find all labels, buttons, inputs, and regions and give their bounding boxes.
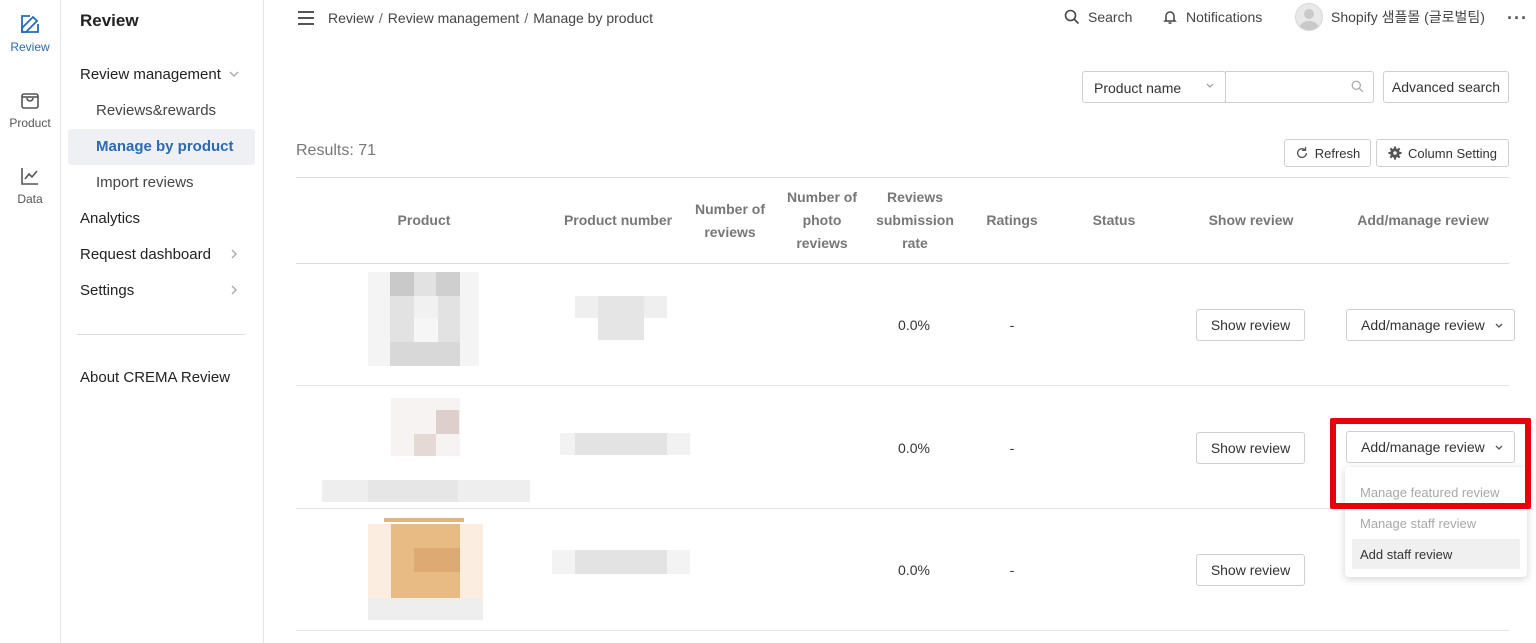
annotation-highlight-box xyxy=(1330,418,1531,509)
refresh-button[interactable]: Refresh xyxy=(1284,139,1371,167)
show-review-button[interactable]: Show review xyxy=(1196,554,1305,586)
sidebar-item-manage-by-product[interactable]: Manage by product xyxy=(68,129,255,165)
product-number-redacted xyxy=(552,550,690,574)
column-header-ratings[interactable]: Ratings xyxy=(972,209,1052,232)
chevron-down-icon xyxy=(228,68,240,83)
product-thumbnail[interactable] xyxy=(368,518,483,620)
column-setting-label: Column Setting xyxy=(1408,145,1497,161)
menu-icon[interactable] xyxy=(298,11,314,25)
breadcrumb-item[interactable]: Review xyxy=(328,10,374,26)
sidebar-item-label: Manage by product xyxy=(96,138,234,155)
column-header-product[interactable]: Product xyxy=(364,209,484,232)
product-thumbnail[interactable] xyxy=(368,272,479,366)
menu-item-manage-staff-review: Manage staff review xyxy=(1360,516,1477,531)
row-divider xyxy=(296,630,1509,631)
row-divider xyxy=(296,508,1509,509)
rail-label: Product xyxy=(9,116,51,130)
show-review-button[interactable]: Show review xyxy=(1196,309,1305,341)
ratings-value: - xyxy=(1009,317,1015,333)
sidebar-item-about[interactable]: About CREMA Review xyxy=(80,369,250,386)
sidebar-item-label: Review management xyxy=(80,66,221,83)
icon-rail: Review Product Data xyxy=(0,0,61,643)
breadcrumb-item: Manage by product xyxy=(533,10,654,26)
advanced-search-button[interactable]: Advanced search xyxy=(1383,71,1509,103)
store-menu[interactable]: Shopify 샘플몰 (글로벌팀) xyxy=(1295,3,1485,31)
rail-item-data[interactable]: Data xyxy=(0,164,60,206)
add-manage-review-dropdown[interactable]: Add/manage review xyxy=(1346,309,1515,341)
search-button[interactable]: Search xyxy=(1064,9,1132,25)
search-icon xyxy=(1351,80,1364,93)
notifications-label: Notifications xyxy=(1186,9,1263,25)
chevron-right-icon xyxy=(228,284,240,299)
sidebar-title: Review xyxy=(80,11,139,30)
ratings-value: - xyxy=(1009,440,1015,456)
chart-icon xyxy=(21,168,38,185)
chevron-down-icon xyxy=(1205,80,1215,94)
column-header-submission-rate[interactable]: Reviews submission rate xyxy=(870,186,960,255)
table-header-border xyxy=(296,263,1509,264)
submission-rate: 0.0% xyxy=(898,317,930,333)
notifications-button[interactable]: Notifications xyxy=(1162,9,1262,25)
column-header-number-of-reviews[interactable]: Number of reviews xyxy=(690,198,770,244)
sidebar-item-analytics[interactable]: Analytics xyxy=(80,210,250,227)
search-type-select[interactable]: Product name xyxy=(1082,71,1226,103)
sidebar-item-reviews-rewards[interactable]: Reviews&rewards xyxy=(96,102,216,119)
column-setting-button[interactable]: Column Setting xyxy=(1376,139,1509,167)
chevron-down-icon xyxy=(1495,323,1503,328)
sidebar-item-label: Request dashboard xyxy=(80,246,211,263)
submission-rate: 0.0% xyxy=(898,440,930,456)
refresh-label: Refresh xyxy=(1314,145,1361,161)
rail-item-product[interactable]: Product xyxy=(0,88,60,130)
rail-label: Data xyxy=(17,192,43,206)
column-header-add-manage-review[interactable]: Add/manage review xyxy=(1345,209,1501,232)
sidebar: Review Review management Reviews&rewards… xyxy=(61,0,264,643)
edit-icon xyxy=(21,15,39,33)
top-bar: Review / Review management / Manage by produ… xyxy=(264,0,1536,36)
column-header-status[interactable]: Status xyxy=(1074,209,1154,232)
sidebar-item-settings[interactable]: Settings xyxy=(80,282,250,299)
ratings-value: - xyxy=(1009,562,1015,578)
more-icon[interactable]: ··· xyxy=(1507,8,1528,29)
select-value: Product name xyxy=(1094,80,1182,96)
sidebar-item-request-dashboard[interactable]: Request dashboard xyxy=(80,246,250,263)
column-header-number-of-photo-reviews[interactable]: Number of photo reviews xyxy=(782,186,862,255)
refresh-icon xyxy=(1296,146,1307,159)
row-divider xyxy=(296,385,1509,386)
sidebar-item-import-reviews[interactable]: Import reviews xyxy=(96,174,194,191)
column-header-product-number[interactable]: Product number xyxy=(553,209,683,232)
sidebar-item-review-management[interactable]: Review management xyxy=(80,66,250,83)
product-thumbnail[interactable] xyxy=(322,398,530,502)
breadcrumb: Review / Review management / Manage by produ… xyxy=(328,10,654,26)
avatar xyxy=(1295,3,1323,31)
sidebar-divider xyxy=(77,334,245,335)
bell-icon xyxy=(1163,11,1177,24)
rail-label: Review xyxy=(10,40,50,54)
breadcrumb-item[interactable]: Review management xyxy=(388,10,520,26)
menu-item-add-staff-review[interactable]: Add staff review xyxy=(1352,539,1520,569)
chevron-right-icon xyxy=(228,248,240,263)
table-top-border xyxy=(296,177,1509,178)
rail-item-review[interactable]: Review xyxy=(0,12,60,54)
gear-icon xyxy=(1388,146,1402,160)
dropdown-label: Add/manage review xyxy=(1361,317,1485,333)
submission-rate: 0.0% xyxy=(898,562,930,578)
store-name: Shopify 샘플몰 (글로벌팀) xyxy=(1331,9,1485,25)
search-label: Search xyxy=(1088,9,1133,25)
product-number-redacted xyxy=(560,433,690,455)
results-count: Results: 71 xyxy=(296,142,377,159)
search-icon xyxy=(1064,9,1080,25)
bag-icon xyxy=(21,93,39,109)
sidebar-item-label: Settings xyxy=(80,282,135,299)
product-number-redacted xyxy=(575,296,667,340)
show-review-button[interactable]: Show review xyxy=(1196,432,1305,464)
column-header-show-review[interactable]: Show review xyxy=(1190,209,1312,232)
